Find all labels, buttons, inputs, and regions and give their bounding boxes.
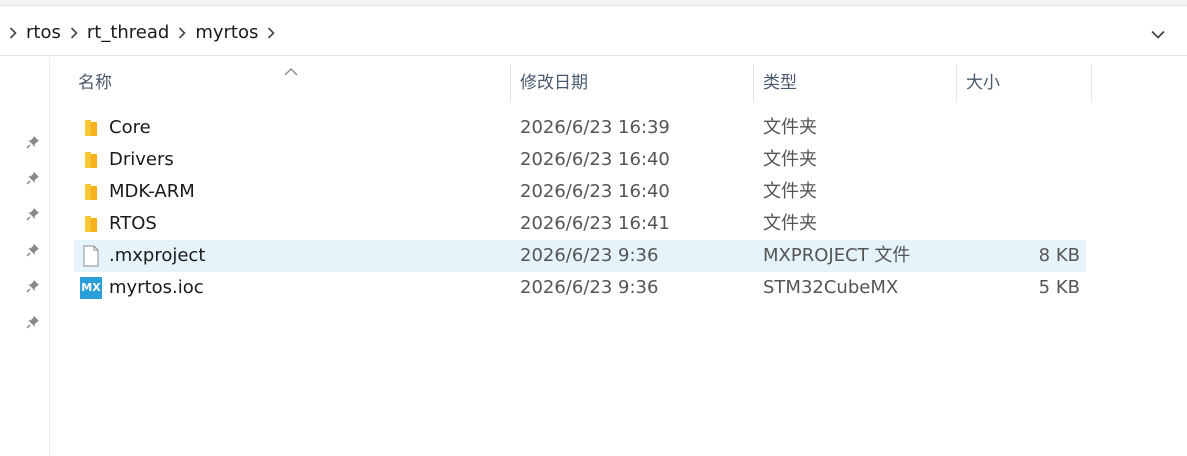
window-top-strip (0, 0, 1187, 6)
file-size: 5 KB (1038, 277, 1080, 298)
address-history-dropdown-button[interactable] (1140, 21, 1176, 45)
mx-badge-text: MX (80, 277, 102, 299)
file-name: MDK-ARM (109, 181, 195, 202)
breadcrumb-root-chevron-icon[interactable] (4, 21, 22, 45)
file-name: myrtos.ioc (109, 277, 204, 298)
pin-icon[interactable] (23, 168, 43, 188)
breadcrumb-chevron-icon[interactable] (65, 21, 83, 45)
file-type: 文件夹 (763, 213, 817, 234)
column-divider[interactable] (1091, 64, 1092, 102)
file-name: RTOS (109, 213, 157, 234)
file-name: .mxproject (109, 245, 206, 266)
stm32cubemx-file-icon: MX (80, 276, 102, 300)
pin-icon[interactable] (23, 312, 43, 332)
file-size: 8 KB (1038, 245, 1080, 266)
blank-file-icon (80, 244, 102, 268)
file-row-mxproject[interactable]: .mxproject 2026/6/23 9:36 MXPROJECT 文件 8… (74, 240, 1086, 272)
pin-icon[interactable] (23, 132, 43, 152)
column-header-size[interactable]: 大小 (960, 64, 1090, 102)
breadcrumb-chevron-icon[interactable] (262, 21, 280, 45)
column-header-name[interactable]: 名称 (72, 64, 510, 102)
column-header-row: 名称 修改日期 类型 大小 (72, 64, 1092, 102)
file-type: STM32CubeMX (763, 277, 899, 298)
file-date: 2026/6/23 16:39 (520, 117, 670, 138)
pin-icon[interactable] (23, 240, 43, 260)
file-date: 2026/6/23 16:40 (520, 149, 670, 170)
column-divider[interactable] (956, 64, 957, 102)
column-header-type[interactable]: 类型 (757, 64, 955, 102)
folder-icon (80, 212, 102, 236)
pin-icon[interactable] (23, 204, 43, 224)
file-date: 2026/6/23 16:40 (520, 181, 670, 202)
breadcrumb-item-rtos[interactable]: rtos (22, 21, 65, 45)
folder-icon (80, 148, 102, 172)
folder-icon (80, 180, 102, 204)
file-row-drivers[interactable]: Drivers 2026/6/23 16:40 文件夹 (74, 144, 1086, 176)
file-type: 文件夹 (763, 117, 817, 138)
file-type: MXPROJECT 文件 (763, 245, 911, 266)
file-date: 2026/6/23 9:36 (520, 277, 659, 298)
file-row-core[interactable]: Core 2026/6/23 16:39 文件夹 (74, 112, 1086, 144)
file-name: Drivers (109, 149, 174, 170)
file-name: Core (109, 117, 151, 138)
chevron-down-icon (1151, 24, 1165, 43)
column-divider[interactable] (753, 64, 754, 102)
breadcrumb-chevron-icon[interactable] (173, 21, 191, 45)
file-date: 2026/6/23 9:36 (520, 245, 659, 266)
file-row-mdk-arm[interactable]: MDK-ARM 2026/6/23 16:40 文件夹 (74, 176, 1086, 208)
breadcrumb: rtos rt_thread myrtos (4, 21, 280, 45)
file-row-myrtos-ioc[interactable]: MX myrtos.ioc 2026/6/23 9:36 STM32CubeMX… (74, 272, 1086, 304)
file-type: 文件夹 (763, 149, 817, 170)
breadcrumb-item-rt-thread[interactable]: rt_thread (83, 21, 173, 45)
pin-icon[interactable] (23, 276, 43, 296)
folder-icon (80, 116, 102, 140)
file-date: 2026/6/23 16:41 (520, 213, 670, 234)
column-header-date[interactable]: 修改日期 (514, 64, 752, 102)
column-divider[interactable] (510, 64, 511, 102)
file-row-rtos[interactable]: RTOS 2026/6/23 16:41 文件夹 (74, 208, 1086, 240)
breadcrumb-item-myrtos[interactable]: myrtos (191, 21, 262, 45)
navigation-pane (0, 57, 50, 456)
address-bar[interactable]: rtos rt_thread myrtos (0, 10, 1187, 56)
file-type: 文件夹 (763, 181, 817, 202)
